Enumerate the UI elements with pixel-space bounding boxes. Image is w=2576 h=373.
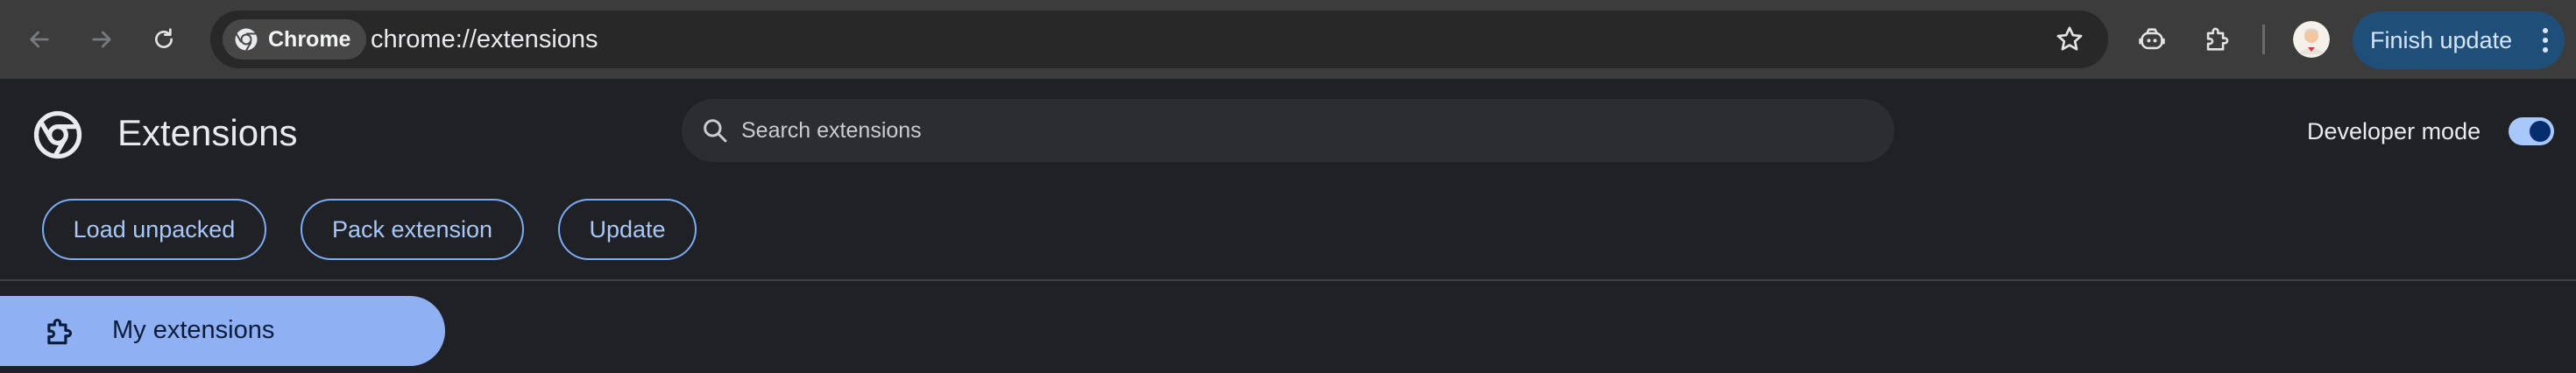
- toggle-knob: [2530, 121, 2551, 142]
- site-info-chip[interactable]: Chrome: [223, 19, 367, 60]
- page-title: Extensions: [117, 112, 298, 153]
- puzzle-icon: [2206, 27, 2229, 51]
- extensions-button[interactable]: [2197, 19, 2237, 60]
- finish-update-button[interactable]: Finish update: [2353, 11, 2565, 69]
- pack-extension-button[interactable]: Pack extension: [301, 199, 524, 260]
- developer-mode-label: Developer mode: [2307, 118, 2481, 144]
- star-icon[interactable]: [2054, 24, 2085, 55]
- forward-button[interactable]: [80, 18, 124, 61]
- profile-avatar-icon: [2293, 21, 2330, 58]
- chrome-logo-icon: [33, 110, 82, 159]
- arrow-left-icon: [30, 31, 49, 48]
- reload-icon: [155, 28, 173, 48]
- address-bar[interactable]: Chrome chrome://extensions: [210, 11, 2108, 68]
- reload-button[interactable]: [142, 18, 186, 61]
- search-icon: [704, 119, 727, 143]
- robot-icon: [2139, 28, 2165, 50]
- kebab-icon: [2543, 28, 2548, 53]
- toolbar-separator: [2262, 25, 2265, 54]
- copilot-button[interactable]: [2132, 19, 2172, 60]
- browser-toolbar: Chrome chrome://extensions Finish update: [0, 0, 2576, 79]
- header-divider: [0, 279, 2576, 281]
- sidebar-item-my-extensions[interactable]: My extensions: [0, 296, 445, 366]
- arrow-right-icon: [92, 31, 111, 48]
- developer-mode-toggle[interactable]: [2509, 117, 2554, 145]
- chip-label: Chrome: [268, 26, 351, 52]
- load-unpacked-button[interactable]: Load unpacked: [42, 199, 266, 260]
- finish-update-label: Finish update: [2370, 26, 2513, 53]
- sidebar-item-label: My extensions: [112, 316, 275, 344]
- update-button[interactable]: Update: [558, 199, 697, 260]
- avatar[interactable]: [2293, 21, 2330, 58]
- chrome-icon: [235, 28, 258, 52]
- puzzle-icon: [47, 319, 72, 345]
- search-input[interactable]: [741, 99, 1863, 162]
- search-box[interactable]: [682, 99, 1894, 162]
- url-text[interactable]: chrome://extensions: [371, 25, 598, 53]
- back-button[interactable]: [18, 18, 61, 61]
